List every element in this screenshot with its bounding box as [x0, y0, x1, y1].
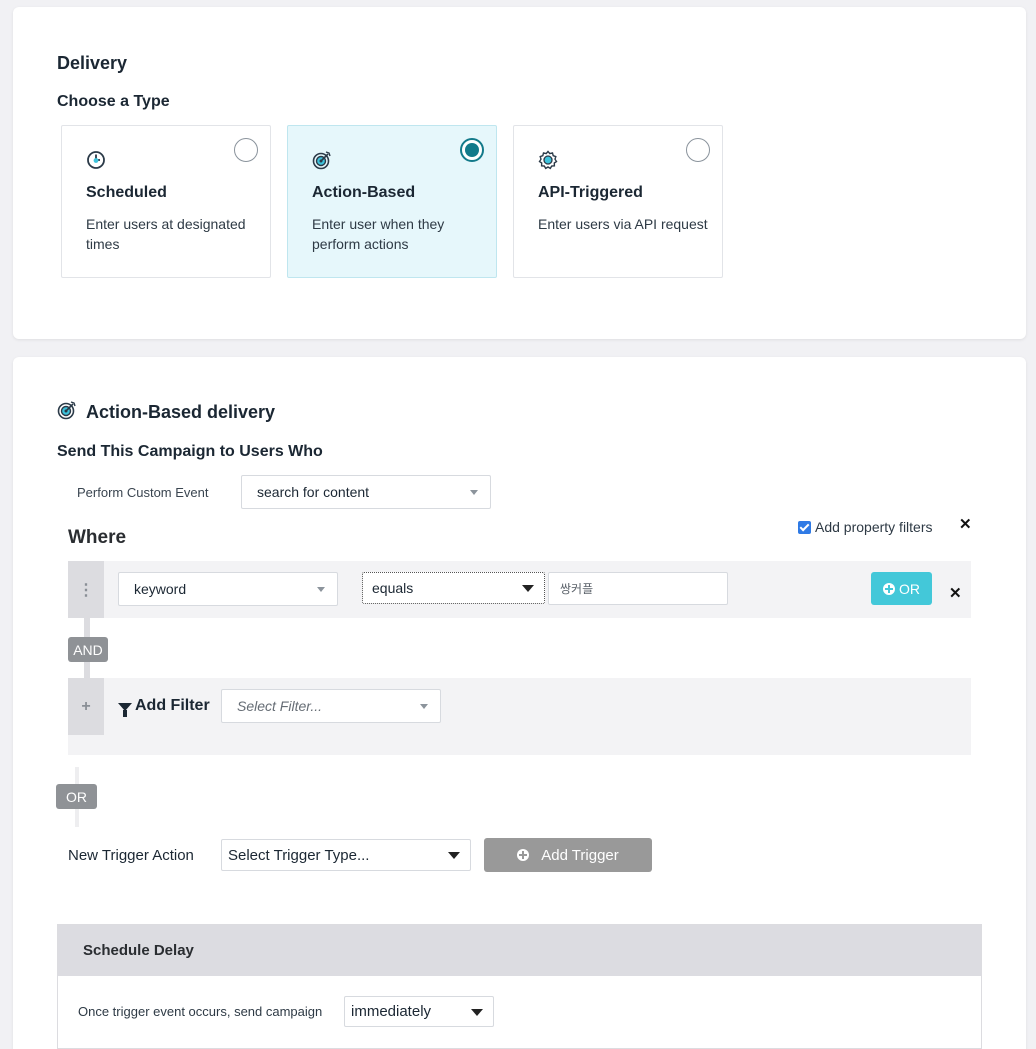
remove-property-filters-close-icon[interactable]: ✕: [959, 517, 972, 532]
custom-event-label: Perform Custom Event: [77, 485, 209, 500]
schedule-delay-value: immediately: [351, 1003, 432, 1020]
drag-handle-icon[interactable]: ⋮: [68, 561, 104, 618]
custom-event-select[interactable]: search for content: [241, 475, 491, 509]
type-title: Scheduled: [86, 184, 167, 201]
add-or-filter-button[interactable]: OR: [871, 572, 932, 605]
filter-value-input[interactable]: 쌍커플: [548, 572, 728, 605]
custom-event-value: search for content: [257, 484, 370, 500]
delivery-panel: Delivery Choose a Type Scheduled Enter u…: [13, 7, 1026, 339]
schedule-delay-select[interactable]: immediately: [344, 996, 494, 1027]
action-based-panel: Action-Based delivery Send This Campaign…: [13, 357, 1026, 1049]
type-description: Enter users via API request: [538, 216, 708, 232]
plus-circle-icon: [883, 582, 895, 595]
target-icon: [312, 150, 332, 170]
action-based-title-text: Action-Based delivery: [86, 402, 276, 422]
type-card-action-based[interactable]: Action-Based Enter user when they perfor…: [287, 125, 497, 278]
chevron-down-icon: [420, 704, 428, 709]
type-title: Action-Based: [312, 184, 416, 201]
add-property-filters-toggle[interactable]: Add property filters: [798, 519, 933, 535]
add-filter-plus-icon[interactable]: +: [68, 678, 104, 735]
type-title: API-Triggered: [538, 184, 643, 201]
radio-api-triggered[interactable]: [686, 138, 710, 162]
where-heading: Where: [68, 527, 127, 548]
select-filter-dropdown[interactable]: Select Filter...: [221, 689, 441, 723]
add-property-filters-checkbox[interactable]: [798, 520, 811, 534]
type-card-scheduled[interactable]: Scheduled Enter users at designated time…: [61, 125, 271, 278]
chevron-down-icon: [471, 1008, 483, 1016]
type-description: Enter user when they perform actions: [312, 216, 445, 252]
schedule-delay-box: Schedule Delay Once trigger event occurs…: [57, 924, 982, 1049]
add-trigger-label: Add Trigger: [541, 846, 619, 864]
select-filter-placeholder: Select Filter...: [237, 698, 323, 714]
gear-icon: [538, 150, 558, 170]
chevron-down-icon: [470, 490, 478, 495]
filter-operator-select[interactable]: equals: [362, 572, 545, 604]
chevron-down-icon: [448, 852, 460, 859]
add-filter-row: + Add Filter Select Filter...: [68, 678, 971, 755]
action-based-title: Action-Based delivery: [57, 400, 275, 425]
add-filter-text: Add Filter: [135, 697, 210, 714]
choose-type-title: Choose a Type: [57, 93, 170, 110]
type-card-api-triggered[interactable]: API-Triggered Enter users via API reques…: [513, 125, 723, 278]
trigger-type-select[interactable]: Select Trigger Type...: [221, 839, 471, 871]
chevron-down-icon: [317, 587, 325, 592]
filter-operator-value: equals: [372, 580, 414, 596]
or-badge: OR: [56, 784, 97, 809]
add-trigger-button[interactable]: Add Trigger: [484, 838, 652, 872]
remove-filter-close-icon[interactable]: ✕: [949, 586, 962, 601]
or-button-label: OR: [899, 580, 920, 597]
plus-circle-icon: [517, 849, 530, 861]
filter-property-select[interactable]: keyword: [118, 572, 338, 606]
send-campaign-title: Send This Campaign to Users Who: [57, 443, 323, 460]
add-property-filters-label: Add property filters: [815, 519, 933, 535]
filter-funnel-icon: [118, 703, 132, 717]
new-trigger-action-label: New Trigger Action: [68, 847, 194, 864]
chevron-down-icon: [522, 585, 534, 592]
radio-action-based[interactable]: [460, 138, 484, 162]
clock-icon: [86, 150, 106, 170]
radio-scheduled[interactable]: [234, 138, 258, 162]
schedule-delay-label: Once trigger event occurs, send campaign: [78, 1004, 323, 1019]
trigger-type-placeholder: Select Trigger Type...: [228, 846, 370, 864]
target-icon: [57, 400, 77, 425]
and-badge: AND: [68, 637, 108, 662]
delivery-title: Delivery: [57, 53, 128, 73]
schedule-delay-title: Schedule Delay: [58, 925, 981, 976]
type-description: Enter users at designated times: [86, 216, 246, 252]
property-filter-row: ⋮ keyword equals 쌍커플 OR: [68, 561, 971, 618]
filter-property-value: keyword: [134, 581, 187, 597]
add-filter-label: Add Filter: [118, 697, 210, 717]
